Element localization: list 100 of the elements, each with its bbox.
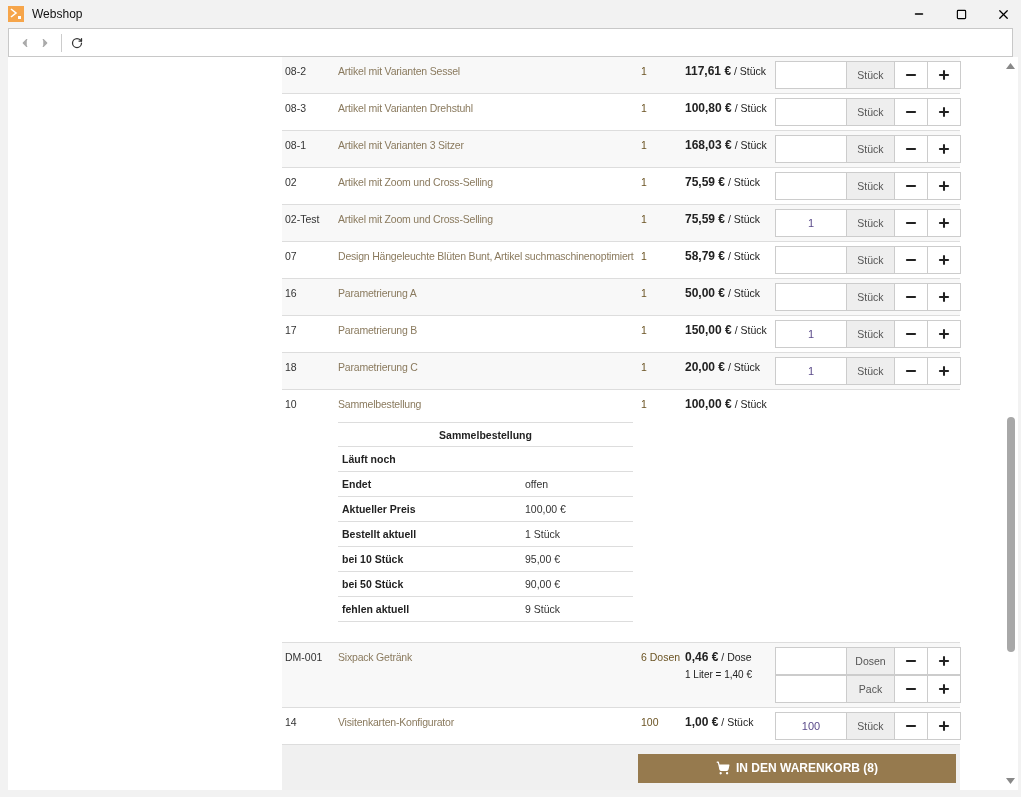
plus-button[interactable] <box>928 647 961 675</box>
unit-label: Stück <box>847 246 895 274</box>
quantity-field[interactable] <box>775 98 847 126</box>
unit-price: 100,00 € / Stück <box>685 397 768 411</box>
product-name[interactable]: Sixpack Getränk <box>338 647 641 663</box>
plus-button[interactable] <box>928 246 961 274</box>
unit-price: 20,00 € / Stück <box>685 360 762 374</box>
minus-button[interactable] <box>895 98 928 126</box>
scroll-down-icon[interactable] <box>1006 778 1015 784</box>
quantity-text: 1 <box>641 64 648 79</box>
product-name[interactable]: Artikel mit Zoom und Cross-Selling <box>338 209 641 225</box>
refresh-icon <box>71 36 83 49</box>
quantity-text: 1 <box>641 138 648 153</box>
product-name[interactable]: Parametrierung C <box>338 357 641 373</box>
product-name[interactable]: Design Hängeleuchte Blüten Bunt, Artikel suchmaschinenoptimiert <box>338 246 641 262</box>
product-name[interactable]: Artikel mit Varianten Drehstuhl <box>338 98 641 114</box>
unit-price: 50,00 € / Stück <box>685 286 762 300</box>
quantity-text: 1 <box>641 397 648 412</box>
scrollbar-thumb[interactable] <box>1006 417 1015 652</box>
quantity-field[interactable]: 100 <box>775 712 847 740</box>
plus-icon <box>937 719 951 733</box>
product-name[interactable]: Parametrierung B <box>338 320 641 336</box>
detail-value: 100,00 € <box>525 503 567 515</box>
quantity-field[interactable] <box>775 135 847 163</box>
plus-button[interactable] <box>928 320 961 348</box>
quantity-field[interactable] <box>775 61 847 89</box>
quantity-field[interactable] <box>775 246 847 274</box>
plus-button[interactable] <box>928 172 961 200</box>
product-name[interactable]: Parametrierung A <box>338 283 641 299</box>
plus-icon <box>937 290 951 304</box>
plus-icon <box>937 327 951 341</box>
article-number: DM-001 <box>285 650 324 665</box>
plus-icon <box>937 364 951 378</box>
unit-label: Stück <box>847 61 895 89</box>
plus-button[interactable] <box>928 712 961 740</box>
plus-button[interactable] <box>928 675 961 703</box>
plus-button[interactable] <box>928 209 961 237</box>
quantity-field[interactable] <box>775 675 847 703</box>
product-name[interactable]: Artikel mit Varianten Sessel <box>338 61 641 77</box>
quantity-field[interactable] <box>775 647 847 675</box>
quantity-field[interactable]: 1 <box>775 209 847 237</box>
minus-button[interactable] <box>895 172 928 200</box>
article-number: 08-3 <box>285 101 307 116</box>
maximize-icon <box>955 8 967 20</box>
unit-label: Stück <box>847 320 895 348</box>
quantity-text: 1 <box>641 175 648 190</box>
unit-label: Pack <box>847 675 895 703</box>
detail-label: fehlen aktuell <box>342 603 411 615</box>
detail-value: offen <box>525 478 550 490</box>
minus-button[interactable] <box>895 246 928 274</box>
minus-button[interactable] <box>895 61 928 89</box>
details-title: Sammelbestellung <box>338 422 633 447</box>
plus-button[interactable] <box>928 357 961 385</box>
minus-button[interactable] <box>895 712 928 740</box>
quantity-text: 1 <box>641 249 648 264</box>
plus-icon <box>937 142 951 156</box>
plus-icon <box>937 179 951 193</box>
unit-label: Stück <box>847 135 895 163</box>
minus-button[interactable] <box>895 675 928 703</box>
minus-button[interactable] <box>895 135 928 163</box>
product-name[interactable]: Artikel mit Varianten 3 Sitzer <box>338 135 641 151</box>
minus-button[interactable] <box>895 647 928 675</box>
minus-button[interactable] <box>895 357 928 385</box>
article-number: 02-Test <box>285 212 321 227</box>
product-name[interactable]: Artikel mit Zoom und Cross-Selling <box>338 172 641 188</box>
unit-price: 58,79 € / Stück <box>685 249 762 263</box>
unit-price: 150,00 € / Stück <box>685 323 768 337</box>
article-number: 16 <box>285 286 298 301</box>
plus-icon <box>937 68 951 82</box>
quantity-field[interactable]: 1 <box>775 357 847 385</box>
plus-button[interactable] <box>928 283 961 311</box>
add-to-cart-button[interactable]: IN DEN WARENKORB (8) <box>638 753 956 783</box>
minus-button[interactable] <box>895 283 928 311</box>
product-name[interactable]: Visitenkarten-Konfigurator <box>338 712 641 728</box>
plus-button[interactable] <box>928 98 961 126</box>
detail-label: Bestellt aktuell <box>342 528 418 540</box>
app-logo-icon <box>8 6 24 22</box>
unit-price: 100,80 € / Stück <box>685 101 768 115</box>
quantity-text: 1 <box>641 360 648 375</box>
minus-button[interactable] <box>895 320 928 348</box>
unit-label: Dosen <box>847 647 895 675</box>
unit-price: 168,03 € / Stück <box>685 138 768 152</box>
unit-label: Stück <box>847 712 895 740</box>
base-price: 1 Liter = 1,40 € <box>685 669 753 680</box>
minus-button[interactable] <box>895 209 928 237</box>
detail-label: bei 50 Stück <box>342 578 405 590</box>
quantity-field[interactable] <box>775 172 847 200</box>
plus-button[interactable] <box>928 61 961 89</box>
detail-label: Aktueller Preis <box>342 503 417 515</box>
detail-value: 1 Stück <box>525 528 562 540</box>
unit-label: Stück <box>847 357 895 385</box>
quantity-field[interactable] <box>775 283 847 311</box>
unit-price: 1,00 € / Stück <box>685 715 755 729</box>
plus-button[interactable] <box>928 135 961 163</box>
quantity-field[interactable]: 1 <box>775 320 847 348</box>
detail-value: 9 Stück <box>525 603 562 615</box>
product-name[interactable]: Sammelbestellung <box>338 394 641 410</box>
scroll-up-icon[interactable] <box>1006 63 1015 69</box>
unit-label: Stück <box>847 98 895 126</box>
quantity-text: 100 <box>641 715 660 730</box>
